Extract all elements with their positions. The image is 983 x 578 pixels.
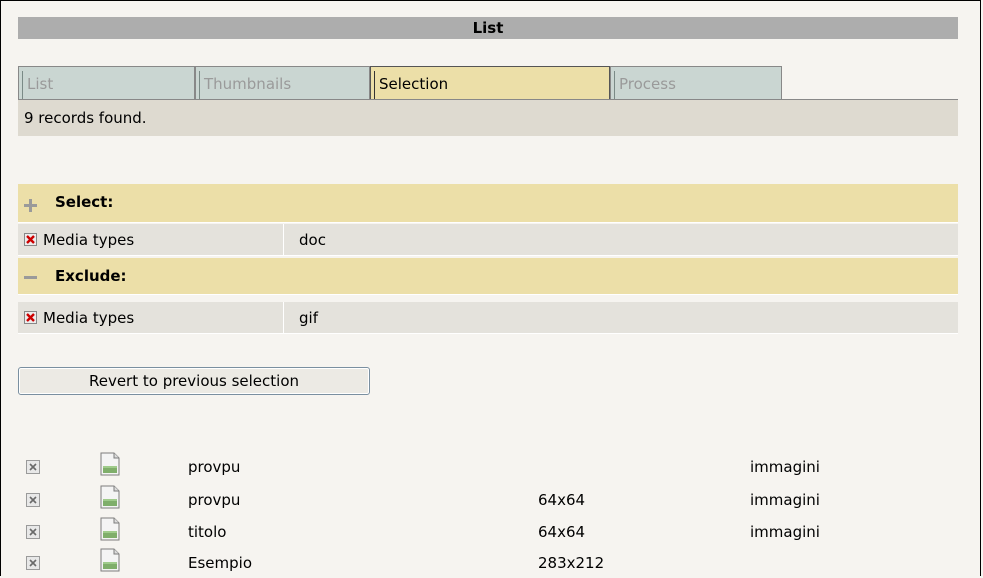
revert-selection-button[interactable]: Revert to previous selection xyxy=(18,367,370,395)
criteria-value: gif xyxy=(299,309,318,327)
record-row: Esempio 283x212 xyxy=(18,548,958,578)
criteria-name: Media types xyxy=(43,309,135,327)
remove-icon[interactable] xyxy=(26,493,40,507)
plus-icon[interactable] xyxy=(24,199,37,212)
document-icon[interactable] xyxy=(100,517,120,541)
record-size: 283x212 xyxy=(538,554,605,572)
records-found-status: 9 records found. xyxy=(18,100,958,136)
window-frame: List List Thumbnails Selection Process 9… xyxy=(0,0,981,576)
record-row: provpu immagini xyxy=(18,452,958,482)
exclude-criteria-row: Media types gif xyxy=(18,302,958,334)
select-section-label: Select: xyxy=(55,193,114,211)
criteria-value: doc xyxy=(299,231,326,249)
tab-bar: List Thumbnails Selection Process xyxy=(18,66,958,100)
remove-icon[interactable] xyxy=(24,233,37,246)
column-divider xyxy=(283,224,284,255)
record-title[interactable]: Esempio xyxy=(188,548,252,578)
record-category: immagini xyxy=(750,491,820,509)
remove-icon[interactable] xyxy=(24,311,37,324)
record-category: immagini xyxy=(750,458,820,476)
exclude-section-label: Exclude: xyxy=(55,267,127,285)
tab-selection[interactable]: Selection xyxy=(370,66,610,99)
remove-icon[interactable] xyxy=(26,525,40,539)
criteria-name: Media types xyxy=(43,231,135,249)
document-icon[interactable] xyxy=(100,548,120,572)
record-category: immagini xyxy=(750,523,820,541)
remove-icon[interactable] xyxy=(26,556,40,570)
remove-icon[interactable] xyxy=(26,460,40,474)
record-row: titolo 64x64 immagini xyxy=(18,517,958,547)
select-criteria-row: Media types doc xyxy=(18,224,958,256)
tab-thumbnails[interactable]: Thumbnails xyxy=(195,66,370,99)
select-section-header[interactable]: Select: xyxy=(18,184,958,223)
document-icon[interactable] xyxy=(100,452,120,476)
record-row: provpu 64x64 immagini xyxy=(18,485,958,515)
record-size: 64x64 xyxy=(538,523,586,541)
record-size: 64x64 xyxy=(538,491,586,509)
tab-process[interactable]: Process xyxy=(610,66,782,99)
exclude-section-header[interactable]: Exclude: xyxy=(18,258,958,295)
document-icon[interactable] xyxy=(100,485,120,509)
page-title: List xyxy=(18,17,958,39)
tab-list[interactable]: List xyxy=(18,66,195,99)
record-title[interactable]: provpu xyxy=(188,452,240,482)
record-title[interactable]: provpu xyxy=(188,485,240,515)
record-title[interactable]: titolo xyxy=(188,517,226,547)
column-divider xyxy=(283,302,284,333)
minus-icon[interactable] xyxy=(24,271,37,284)
